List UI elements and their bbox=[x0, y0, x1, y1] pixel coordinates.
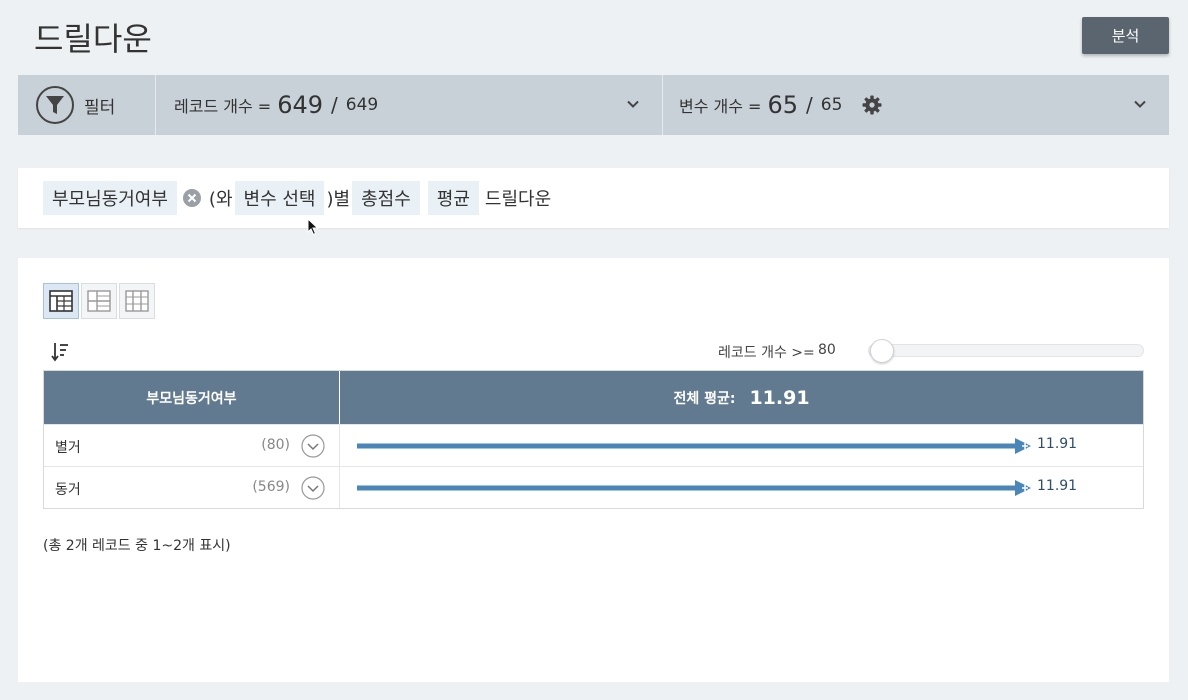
gear-icon[interactable] bbox=[862, 95, 882, 115]
split-view-icon bbox=[87, 290, 111, 312]
result-panel: 레코드 개수 >= 80 부모님동거여부 전체 평균: 11.91 별거 (80… bbox=[18, 258, 1169, 682]
chevron-down-icon[interactable] bbox=[626, 97, 640, 111]
row-bar-chart bbox=[357, 480, 1031, 496]
row-value: 11.91 bbox=[1037, 436, 1078, 452]
sort-icon[interactable] bbox=[51, 342, 69, 362]
split-view-button[interactable] bbox=[81, 283, 117, 319]
remove-icon[interactable] bbox=[182, 188, 202, 208]
group-variable-chip[interactable]: 부모님동거여부 bbox=[43, 181, 177, 215]
bar-cell: 11.91 bbox=[340, 467, 1143, 508]
pivot-view-icon bbox=[125, 290, 149, 312]
query-text-and: (와 bbox=[208, 189, 233, 210]
stat-chip[interactable]: 평균 bbox=[427, 181, 479, 215]
query-text-by: )별 bbox=[326, 189, 351, 210]
variable-count-dropdown[interactable]: 변수 개수 = 65 / 65 bbox=[663, 75, 1169, 135]
row-label-cell: 동거 (569) bbox=[44, 467, 340, 508]
record-count-total: 649 bbox=[345, 95, 379, 115]
expand-icon[interactable] bbox=[301, 434, 325, 458]
pivot-view-button[interactable] bbox=[119, 283, 155, 319]
record-count-separator: / bbox=[331, 93, 338, 117]
overall-average-label: 전체 평균: bbox=[673, 390, 736, 407]
row-value: 11.91 bbox=[1037, 478, 1078, 494]
drilldown-table: 부모님동거여부 전체 평균: 11.91 별거 (80) 11.91 동거 (5… bbox=[43, 370, 1144, 509]
view-toggle-group bbox=[43, 283, 155, 319]
record-count-label: 레코드 개수 = bbox=[174, 97, 272, 116]
table-view-button[interactable] bbox=[43, 283, 79, 319]
slider-handle[interactable] bbox=[870, 339, 894, 363]
chevron-down-icon[interactable] bbox=[1133, 97, 1147, 111]
table-header: 부모님동거여부 전체 평균: 11.91 bbox=[44, 371, 1143, 424]
variable-count-separator: / bbox=[806, 93, 813, 117]
mouse-cursor-icon bbox=[307, 218, 319, 236]
row-count: (80) bbox=[261, 437, 290, 453]
bar-cell: 11.91 bbox=[340, 425, 1143, 466]
table-row[interactable]: 별거 (80) 11.91 bbox=[44, 424, 1143, 466]
min-records-slider[interactable] bbox=[868, 344, 1144, 357]
query-suffix: 드릴다운 bbox=[484, 189, 552, 210]
query-builder: 부모님동거여부 (와 변수 선택 )별 총점수 평균 드릴다운 bbox=[18, 168, 1169, 228]
page-title: 드릴다운 bbox=[34, 20, 152, 58]
analyze-button[interactable]: 분석 bbox=[1082, 17, 1169, 54]
filter-toggle[interactable]: 필터 bbox=[18, 75, 156, 135]
record-count-dropdown[interactable]: 레코드 개수 = 649 / 649 bbox=[156, 75, 663, 135]
expand-icon[interactable] bbox=[301, 476, 325, 500]
row-bar-chart bbox=[357, 438, 1031, 454]
record-summary: (총 2개 레코드 중 1~2개 표시) bbox=[43, 538, 231, 554]
row-label-cell: 별거 (80) bbox=[44, 425, 340, 466]
variable-select-chip[interactable]: 변수 선택 bbox=[234, 181, 325, 215]
filter-bar: 필터 레코드 개수 = 649 / 649 변수 개수 = 65 / 65 bbox=[18, 75, 1169, 135]
overall-average-header: 전체 평균: 11.91 bbox=[340, 371, 1143, 424]
row-label: 동거 bbox=[55, 482, 81, 498]
funnel-icon bbox=[36, 86, 74, 124]
measure-chip[interactable]: 총점수 bbox=[352, 181, 420, 215]
table-view-icon bbox=[49, 290, 73, 312]
table-row[interactable]: 동거 (569) 11.91 bbox=[44, 466, 1143, 508]
variable-count-total: 65 bbox=[820, 95, 843, 115]
min-records-value: 80 bbox=[818, 342, 836, 358]
row-label: 별거 bbox=[55, 440, 81, 456]
min-records-label: 레코드 개수 >= bbox=[718, 345, 815, 361]
filter-label: 필터 bbox=[84, 97, 116, 118]
overall-average-value: 11.91 bbox=[749, 386, 810, 409]
variable-count-label: 변수 개수 = bbox=[679, 97, 762, 116]
variable-count-selected: 65 bbox=[767, 91, 799, 119]
row-count: (569) bbox=[252, 479, 290, 495]
record-count-selected: 649 bbox=[277, 91, 323, 119]
group-column-header: 부모님동거여부 bbox=[44, 371, 340, 424]
